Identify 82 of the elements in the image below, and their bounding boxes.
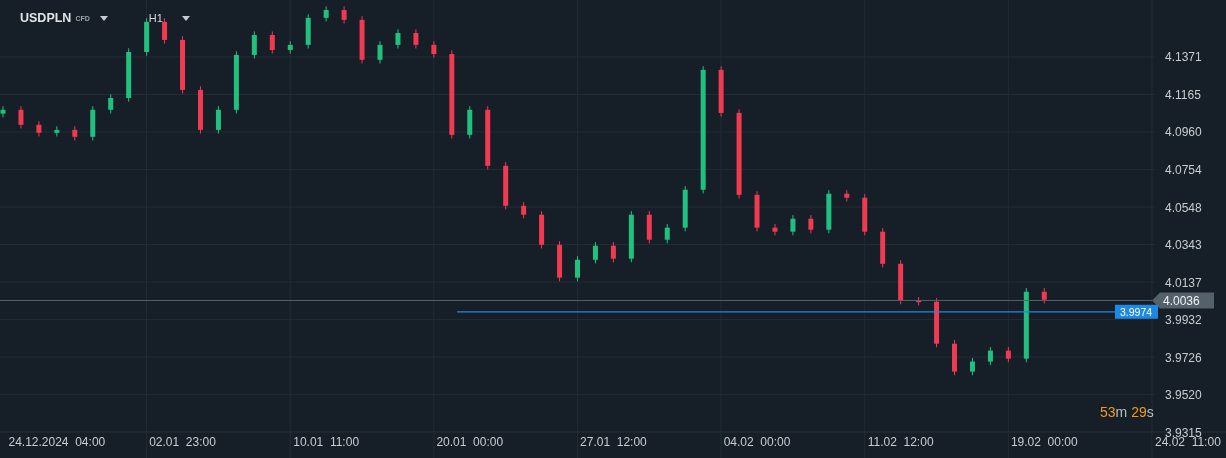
candlestick	[682, 185, 688, 232]
price-axis-label: 4.0754	[1165, 163, 1202, 177]
candlestick	[341, 5, 347, 25]
price-axis-label: 4.1371	[1165, 50, 1202, 65]
candlestick	[269, 30, 275, 55]
candlestick	[287, 40, 293, 55]
candlestick	[826, 189, 832, 234]
time-axis-label: 11.02 12:00	[867, 435, 934, 449]
candlestick	[808, 214, 814, 234]
candlestick	[969, 357, 975, 376]
price-axis-label: 3.9520	[1165, 388, 1202, 403]
time-axis-label: 02.01 23:00	[149, 435, 216, 449]
candlestick	[539, 210, 545, 249]
candlestick	[916, 296, 922, 306]
candlestick	[251, 30, 257, 60]
symbol-name[interactable]: USDPLN	[20, 11, 72, 25]
candlestick	[485, 105, 491, 170]
candlestick	[718, 65, 724, 118]
candlestick	[215, 105, 221, 135]
time-axis-label: 04.02 00:00	[723, 435, 791, 449]
candlestick	[377, 40, 383, 64]
candlestick	[844, 189, 850, 202]
candlestick	[772, 223, 778, 236]
price-axis-label: 4.0343	[1165, 237, 1202, 252]
caret-icon[interactable]	[181, 15, 190, 21]
candlestick	[108, 93, 114, 114]
candlestick	[1005, 346, 1011, 363]
candlestick	[557, 240, 563, 282]
candlestick	[72, 125, 78, 141]
candlestick	[952, 339, 957, 376]
candlestick	[898, 259, 904, 305]
candlestick	[18, 105, 24, 129]
candlestick	[467, 105, 473, 139]
candlestick	[862, 193, 868, 236]
candlestick	[987, 346, 993, 366]
price-axis-label: 3.9726	[1165, 350, 1202, 365]
time-axis-label: 27.01 12:00	[580, 435, 647, 449]
candlestick	[431, 40, 437, 59]
price-axis-label: 4.0960	[1165, 125, 1202, 140]
candlestick	[880, 227, 886, 268]
current-price-label: 4.0036	[1152, 292, 1214, 309]
candlestick	[395, 28, 401, 50]
candlestick	[790, 214, 796, 236]
candlestick	[233, 50, 239, 114]
candlestick	[503, 161, 509, 210]
ref-line-label: 3.9974	[1120, 305, 1153, 318]
candlestick	[305, 13, 311, 50]
candlestick	[90, 105, 96, 141]
price-axis-label: 4.1165	[1165, 88, 1201, 102]
timeframe-selector[interactable]: H1	[148, 12, 163, 24]
candlestick	[628, 210, 634, 263]
price-axis-label: 4.0137	[1165, 275, 1202, 290]
candlestick	[413, 28, 419, 50]
candlestick	[610, 241, 616, 263]
ref-line-label: 4.0036	[1163, 293, 1201, 308]
candlestick	[180, 35, 186, 95]
candlestick	[359, 15, 365, 64]
candlestick	[36, 120, 42, 137]
candlestick	[54, 125, 60, 137]
candlestick	[126, 47, 132, 103]
candlestick	[934, 297, 940, 348]
time-axis-label: 20.01 00:00	[436, 435, 504, 449]
candlestick	[0, 105, 6, 118]
candlestick	[521, 201, 527, 219]
candlestick	[754, 190, 760, 232]
candlestick	[1041, 287, 1047, 304]
caret-icon[interactable]	[99, 15, 108, 21]
time-axis-label: 24.12.2024 04:00	[8, 435, 106, 449]
candlestick	[592, 241, 598, 264]
candlestick	[664, 223, 670, 244]
time-axis-label: 19.02 00:00	[1010, 435, 1078, 449]
candlestick	[144, 17, 150, 57]
price-axis-label: 3.9932	[1165, 312, 1202, 327]
candle-countdown: 53m 29s	[1100, 404, 1154, 420]
candlestick	[575, 255, 580, 282]
candlestick	[162, 17, 168, 45]
price-axis-label: 4.0548	[1165, 200, 1202, 215]
candlestick	[323, 5, 329, 23]
candlestick	[198, 85, 203, 135]
time-axis-label: 10.01 11:00	[293, 435, 360, 449]
order-price-label: 3.9974	[1115, 304, 1158, 319]
candlestick	[646, 210, 652, 244]
